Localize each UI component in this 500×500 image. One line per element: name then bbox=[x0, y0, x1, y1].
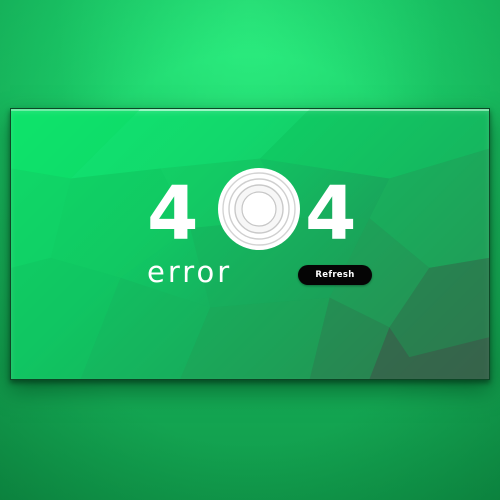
error-panel: 4 4 error Refresh bbox=[10, 108, 490, 380]
refresh-button[interactable]: Refresh bbox=[298, 265, 372, 285]
error-code-digit-right: 4 bbox=[305, 171, 357, 257]
target-rings-icon bbox=[218, 168, 300, 250]
error-code-digit-left: 4 bbox=[147, 171, 199, 257]
error-label: error bbox=[147, 255, 233, 289]
